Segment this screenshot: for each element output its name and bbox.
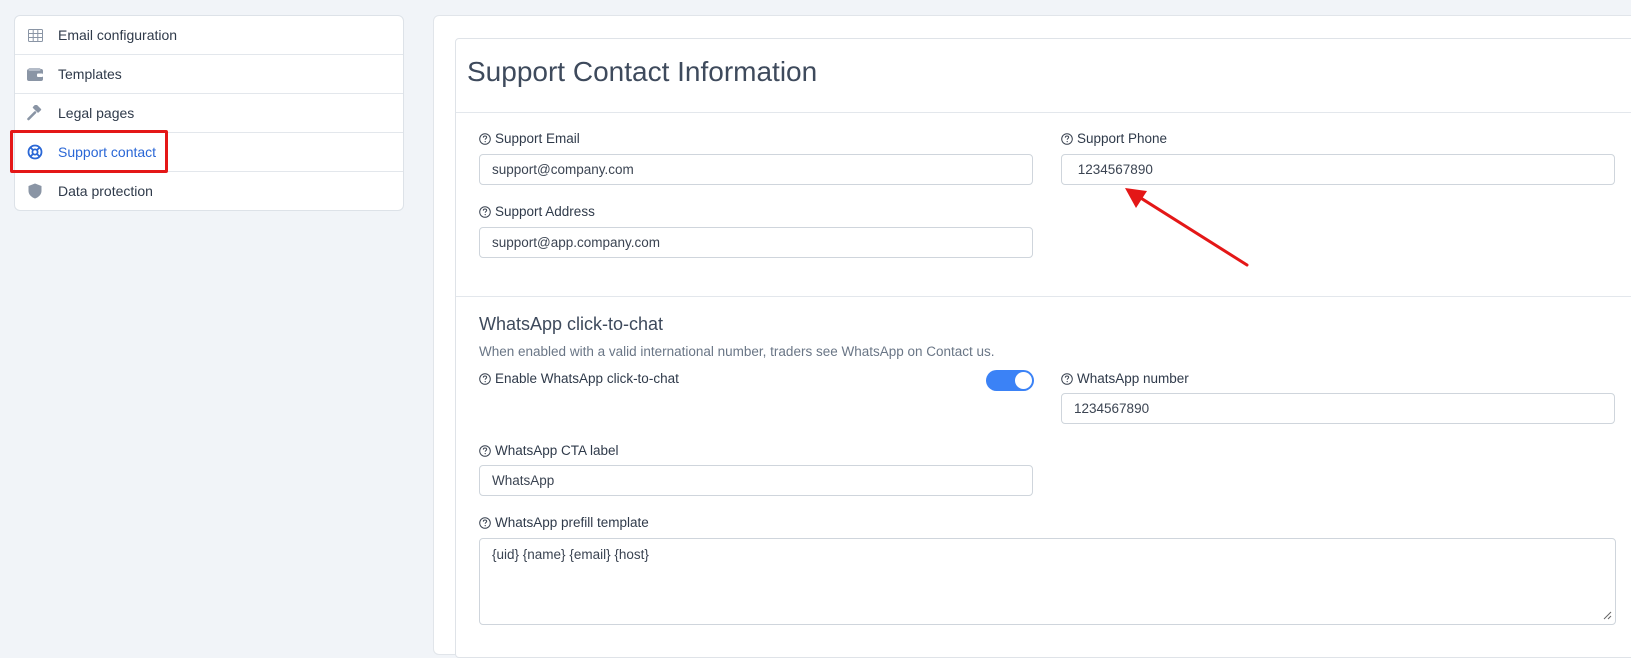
sidebar-item-label: Data protection xyxy=(58,183,153,199)
toggle-knob xyxy=(1015,372,1032,389)
whatsapp-section-description: When enabled with a valid international … xyxy=(479,344,995,359)
whatsapp-number-input[interactable] xyxy=(1061,393,1615,424)
help-icon xyxy=(479,205,491,218)
support-phone-label: Support Phone xyxy=(1061,131,1167,146)
sidebar-item-templates[interactable]: Templates xyxy=(15,54,403,93)
whatsapp-cta-label: WhatsApp CTA label xyxy=(479,443,619,458)
help-icon xyxy=(479,444,491,457)
enable-whatsapp-label: Enable WhatsApp click-to-chat xyxy=(479,371,679,386)
sidebar-item-legal-pages[interactable]: Legal pages xyxy=(15,93,403,132)
help-icon xyxy=(1061,372,1073,385)
whatsapp-prefill-label: WhatsApp prefill template xyxy=(479,515,649,530)
enable-whatsapp-toggle[interactable] xyxy=(986,370,1034,391)
support-address-input[interactable] xyxy=(479,227,1033,258)
help-icon xyxy=(479,132,491,145)
help-icon xyxy=(479,372,491,385)
field-label-text: WhatsApp CTA label xyxy=(495,443,619,458)
sidebar-item-email-configuration[interactable]: Email configuration xyxy=(15,16,403,54)
sidebar-item-label: Legal pages xyxy=(58,105,135,121)
resize-handle-icon[interactable] xyxy=(1602,610,1612,620)
settings-sidebar: Email configuration Templates Legal page… xyxy=(14,15,404,211)
support-phone-input[interactable] xyxy=(1061,154,1615,185)
gavel-icon xyxy=(27,105,43,121)
help-icon xyxy=(479,516,491,529)
field-label-text: Support Phone xyxy=(1077,131,1168,146)
field-label-text: WhatsApp number xyxy=(1077,371,1189,386)
whatsapp-prefill-textarea[interactable]: {uid} {name} {email} {host} xyxy=(479,538,1616,625)
sidebar-item-data-protection[interactable]: Data protection xyxy=(15,171,403,210)
sidebar-item-label: Templates xyxy=(58,66,122,82)
support-email-input[interactable] xyxy=(479,154,1033,185)
annotation-arrow xyxy=(1125,188,1249,267)
field-label-text: Support Email xyxy=(495,131,580,146)
shield-icon xyxy=(27,183,43,199)
whatsapp-cta-input[interactable] xyxy=(479,465,1033,496)
sidebar-item-support-contact[interactable]: Support contact xyxy=(15,132,403,171)
field-label-text: Enable WhatsApp click-to-chat xyxy=(495,371,679,386)
page-title: Support Contact Information xyxy=(467,56,818,87)
table-icon xyxy=(27,27,43,43)
wallet-icon xyxy=(27,66,43,82)
field-label-text: WhatsApp prefill template xyxy=(495,515,649,530)
sidebar-item-label: Email configuration xyxy=(58,27,178,43)
support-email-label: Support Email xyxy=(479,131,580,146)
whatsapp-section-title: WhatsApp click-to-chat xyxy=(479,314,664,334)
title-divider xyxy=(456,112,1631,113)
whatsapp-number-label: WhatsApp number xyxy=(1061,371,1189,386)
lifebuoy-icon xyxy=(27,144,43,160)
help-icon xyxy=(1061,132,1073,145)
section-divider xyxy=(456,296,1631,297)
field-label-text: Support Address xyxy=(495,204,595,219)
sidebar-item-label: Support contact xyxy=(58,144,157,160)
support-address-label: Support Address xyxy=(479,204,595,219)
